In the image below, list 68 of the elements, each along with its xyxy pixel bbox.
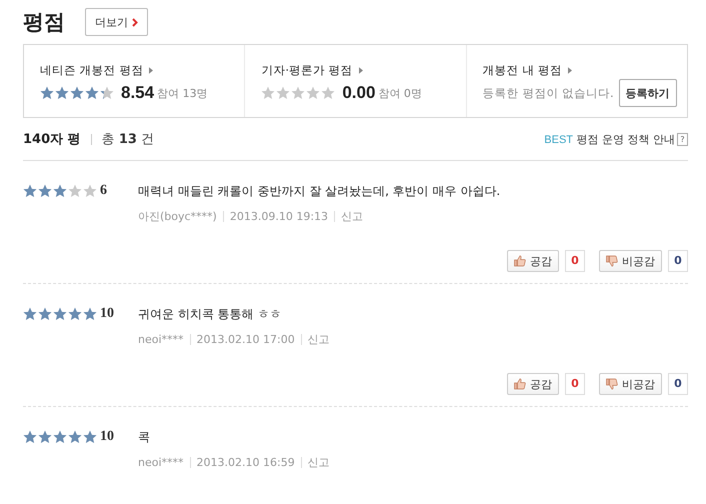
register-button[interactable]: 등록하기 — [618, 79, 677, 107]
star-icon — [100, 86, 114, 100]
review-date: 2013.02.10 16:59 — [196, 456, 295, 469]
vote-count: 0 — [565, 373, 585, 395]
star-icon — [38, 430, 52, 444]
star-icon — [291, 86, 306, 100]
star-icon — [53, 184, 67, 198]
vote-count: 0 — [668, 373, 688, 395]
chevron-icon — [132, 18, 138, 26]
review-text: 콕 — [138, 429, 151, 445]
dislike-button[interactable]: 비공감 — [599, 250, 662, 272]
star-icon — [55, 86, 69, 100]
score-value: 0.00 — [342, 83, 376, 103]
star-icon — [83, 184, 97, 198]
star-icon — [23, 430, 37, 444]
star-icon — [68, 307, 82, 321]
vote-count: 0 — [668, 250, 688, 272]
star-icon — [68, 430, 82, 444]
help-button[interactable]: ? — [677, 132, 688, 146]
author-name: neoi**** — [138, 456, 184, 469]
score-value: 6 — [100, 183, 107, 199]
like-button[interactable]: 공감 — [507, 250, 559, 272]
star-icon — [53, 430, 67, 444]
score-value: 10 — [100, 306, 114, 322]
star-icon — [321, 86, 336, 100]
summary-label[interactable]: 기자·평론가 평점 — [261, 63, 353, 78]
empty-message: 등록한 평점이 없습니다. — [482, 86, 614, 100]
vote-count: 0 — [565, 250, 585, 272]
star-icon — [23, 184, 37, 198]
list-title: 140자 평 — [23, 131, 81, 148]
review-text: 매력녀 매들린 캐롤이 중반까지 잘 살려놨는데, 후반이 매우 아쉽다. — [138, 183, 502, 199]
thumbs-down-icon — [606, 378, 618, 390]
caret-icon — [149, 67, 154, 74]
star-icon — [68, 184, 82, 198]
more-button[interactable]: 더보기 — [85, 8, 148, 36]
thumbs-up-icon — [514, 255, 526, 267]
section-title: 평점 — [23, 9, 65, 36]
star-icon — [38, 307, 52, 321]
participant-count: 참여 0명 — [378, 86, 422, 100]
policy-link[interactable]: BEST 평점 운영 정책 안내 — [544, 132, 675, 146]
author-name: neoi**** — [138, 333, 184, 346]
score-value: 10 — [100, 429, 114, 445]
star-icon — [23, 307, 37, 321]
star-icon — [306, 86, 320, 100]
review-text: 귀여운 히치콕 통통해 ㅎㅎ — [138, 306, 282, 322]
star-icon — [85, 86, 99, 100]
caret-icon — [358, 67, 363, 74]
summary-label[interactable]: 네티즌 개봉전 평점 — [40, 63, 144, 78]
like-button[interactable]: 공감 — [507, 373, 559, 395]
caret-icon — [568, 67, 572, 74]
review-date: 2013.02.10 17:00 — [196, 333, 295, 346]
author-name: 아진(boyc****) — [138, 209, 217, 224]
score-value: 8.54 — [121, 83, 154, 103]
star-icon — [83, 307, 97, 321]
summary-label[interactable]: 개봉전 내 평점 — [482, 63, 562, 78]
star-icon — [261, 86, 276, 100]
total-count: 총 13 건 — [102, 131, 154, 148]
thumbs-down-icon — [606, 255, 618, 267]
star-icon — [83, 430, 97, 444]
review-date: 2013.09.10 19:13 — [230, 210, 328, 223]
dislike-button[interactable]: 비공감 — [599, 373, 662, 395]
thumbs-up-icon — [514, 378, 526, 390]
participant-count: 참여 13명 — [157, 86, 208, 100]
star-icon — [53, 307, 67, 321]
star-icon — [38, 184, 52, 198]
star-icon — [70, 86, 84, 100]
star-icon — [276, 86, 290, 100]
star-icon — [40, 86, 54, 100]
